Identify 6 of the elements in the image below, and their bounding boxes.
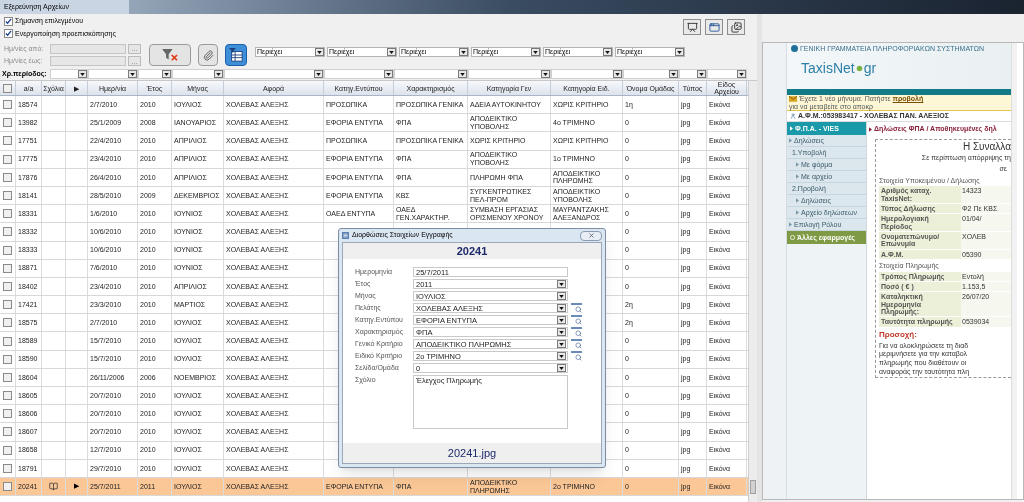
warning-title: Προσοχή:	[879, 328, 918, 341]
record-header: 20241	[343, 243, 601, 259]
logo-text: TaxisNet	[801, 59, 855, 78]
logo-domain: gr	[863, 59, 877, 78]
receipt-heading: Η Συναλλα	[962, 141, 1011, 152]
file-name: 20241.jpg	[343, 443, 601, 463]
